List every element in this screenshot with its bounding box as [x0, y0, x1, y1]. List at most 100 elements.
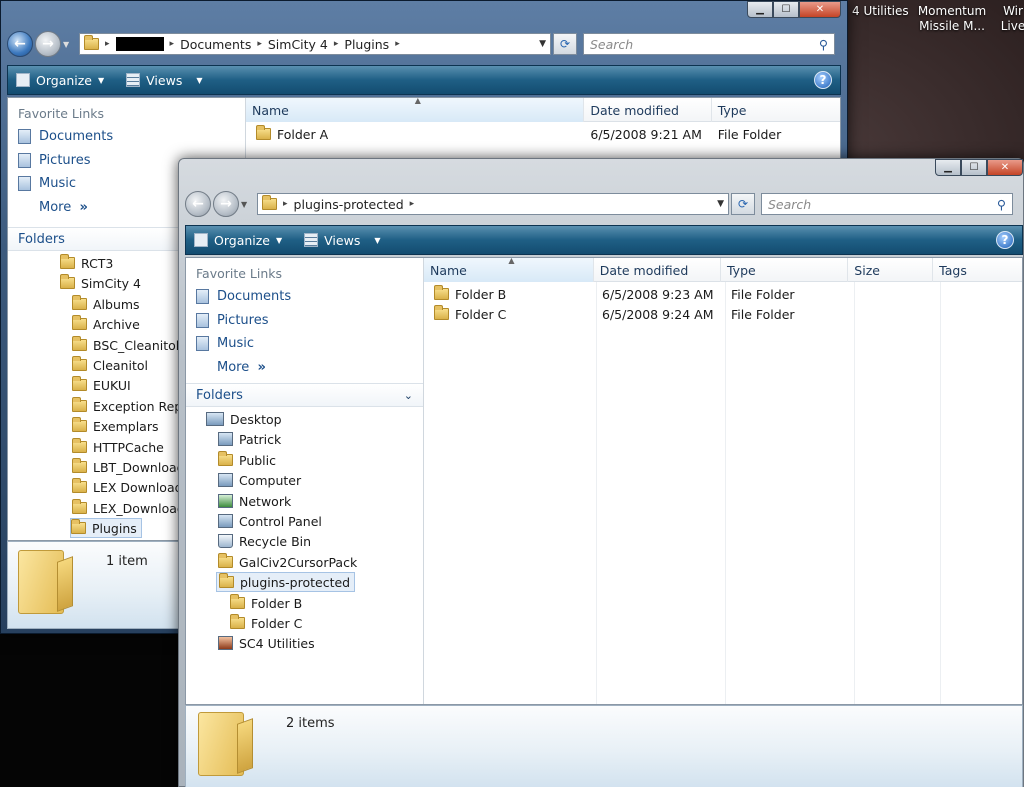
- desktop-icon-sc4-utilities-label[interactable]: 4 Utilities: [852, 4, 909, 19]
- breadcrumb-simcity4[interactable]: SimCity 4: [268, 37, 328, 52]
- favorite-links-title: Favorite Links: [18, 106, 105, 121]
- tree-item-lbt-download[interactable]: LBT_Download: [72, 457, 185, 477]
- back-button[interactable]: ←: [185, 191, 211, 217]
- minimize-button[interactable]: ▁: [747, 1, 773, 18]
- breadcrumb-plugins[interactable]: Plugins: [344, 37, 389, 52]
- help-icon[interactable]: ?: [996, 231, 1014, 249]
- caption-buttons: ▁ ☐ ✕: [935, 159, 1023, 176]
- more-links[interactable]: More »: [186, 356, 423, 380]
- favorite-music[interactable]: Music: [186, 332, 423, 356]
- column-date-modified[interactable]: Date modified: [584, 98, 712, 122]
- tree-item-galciv2cursorpack[interactable]: GalCiv2CursorPack: [218, 552, 357, 572]
- views-button[interactable]: Views ▼: [126, 73, 203, 88]
- favorite-pictures[interactable]: Pictures: [186, 309, 423, 333]
- file-row[interactable]: Folder B 6/5/2008 9:23 AM File Folder: [424, 284, 1022, 304]
- folder-icon: [72, 438, 87, 453]
- close-button[interactable]: ✕: [987, 159, 1023, 176]
- help-icon[interactable]: ?: [814, 71, 832, 89]
- back-button[interactable]: ←: [7, 31, 33, 57]
- navigation-pane: Favorite Links Documents Pictures Music …: [186, 258, 424, 704]
- tree-item-lex-download[interactable]: LEX_Download: [72, 498, 185, 518]
- favorite-documents[interactable]: Documents: [186, 285, 423, 309]
- address-bar[interactable]: ▸ plugins-protected ▸ ▼: [257, 193, 729, 215]
- tree-item-public[interactable]: Public: [218, 450, 276, 470]
- file-date: 6/5/2008 9:24 AM: [602, 306, 714, 322]
- music-icon: [18, 176, 31, 192]
- tree-item-desktop[interactable]: Desktop: [206, 409, 282, 429]
- address-bar[interactable]: ▸ ▸ Documents ▸ SimCity 4 ▸ Plugins ▸ ▼: [79, 33, 551, 55]
- explorer-window-plugins-protected[interactable]: ▁ ☐ ✕ ← → ▼ ▸ plugins-protected ▸ ▼ ⟳ Se…: [178, 158, 1024, 787]
- tree-item-control-panel[interactable]: Control Panel: [218, 511, 322, 531]
- refresh-button[interactable]: ⟳: [553, 33, 577, 55]
- file-row[interactable]: Folder A 6/5/2008 9:21 AM File Folder: [246, 124, 840, 144]
- breadcrumb-plugins-protected[interactable]: plugins-protected: [294, 197, 404, 212]
- tree-item-plugins[interactable]: Plugins: [70, 518, 142, 538]
- maximize-button[interactable]: ☐: [773, 1, 799, 18]
- pictures-icon: [18, 152, 31, 168]
- tree-item-cleanitol[interactable]: Cleanitol: [72, 355, 148, 375]
- tree-item-patrick[interactable]: Patrick: [218, 429, 281, 449]
- file-type: File Folder: [731, 286, 795, 302]
- forward-button[interactable]: →: [35, 31, 61, 57]
- column-size[interactable]: Size: [848, 258, 934, 282]
- search-input[interactable]: Search ⚲: [583, 33, 835, 55]
- tree-item-folder-c[interactable]: Folder C: [230, 613, 302, 633]
- tree-item-recycle-bin[interactable]: Recycle Bin: [218, 531, 311, 551]
- tree-item-rct3[interactable]: RCT3: [60, 253, 113, 273]
- search-input[interactable]: Search ⚲: [761, 193, 1013, 215]
- folder-icon: [262, 195, 277, 210]
- desktop-icon-momentum-label[interactable]: Momentum Missile M...: [916, 4, 988, 34]
- column-tags[interactable]: Tags: [933, 258, 1022, 282]
- tree-item-folder-b[interactable]: Folder B: [230, 593, 302, 613]
- folder-icon: [72, 458, 87, 473]
- chevron-down-icon[interactable]: ⌄: [404, 389, 413, 402]
- tree-item-eukui[interactable]: EUKUI: [72, 375, 131, 395]
- tree-item-computer[interactable]: Computer: [218, 470, 301, 490]
- organize-button[interactable]: Organize ▼: [16, 73, 104, 88]
- recent-pages-dropdown[interactable]: ▼: [241, 200, 253, 209]
- tree-item-exception-repo[interactable]: Exception Repo: [72, 396, 190, 416]
- column-type[interactable]: Type: [721, 258, 849, 282]
- user-folder-icon: [218, 432, 233, 446]
- address-row: ← → ▼ ▸ plugins-protected ▸ ▼ ⟳ Search ⚲: [185, 189, 1023, 219]
- forward-button[interactable]: →: [213, 191, 239, 217]
- tree-item-exemplars[interactable]: Exemplars: [72, 416, 159, 436]
- address-dropdown-icon[interactable]: ▼: [539, 39, 546, 49]
- tree-item-lex-downloads[interactable]: LEX Downloads: [72, 477, 189, 497]
- tree-item-sc4-utilities[interactable]: SC4 Utilities: [218, 633, 315, 653]
- column-name[interactable]: ▲ Name: [424, 258, 594, 282]
- folder-icon: [219, 573, 234, 588]
- folders-header[interactable]: Folders ⌄: [186, 383, 423, 407]
- views-button[interactable]: Views ▼: [304, 233, 381, 248]
- file-name: Folder B: [455, 286, 507, 302]
- folder-icon: [72, 417, 87, 432]
- search-icon[interactable]: ⚲: [997, 197, 1006, 212]
- tree-item-simcity4[interactable]: SimCity 4: [60, 273, 141, 293]
- search-icon[interactable]: ⚲: [819, 37, 828, 52]
- tree-item-albums[interactable]: Albums: [72, 294, 140, 314]
- column-type[interactable]: Type: [712, 98, 840, 122]
- item-count: 2 items: [286, 716, 335, 731]
- documents-icon: [196, 289, 209, 305]
- address-dropdown-icon[interactable]: ▼: [717, 199, 724, 209]
- favorite-documents[interactable]: Documents: [8, 125, 245, 149]
- tree-item-bsc-cleanitol[interactable]: BSC_Cleanitol: [72, 335, 179, 355]
- column-date-modified[interactable]: Date modified: [594, 258, 721, 282]
- tree-item-plugins-protected[interactable]: plugins-protected: [216, 572, 356, 592]
- desktop-icon-live-label[interactable]: Wir Live: [998, 4, 1024, 34]
- column-headers: ▲ Name Date modified Type: [246, 98, 840, 122]
- file-row[interactable]: Folder C 6/5/2008 9:24 AM File Folder: [424, 304, 1022, 324]
- organize-button[interactable]: Organize ▼: [194, 233, 282, 248]
- tree-item-archive[interactable]: Archive: [72, 314, 140, 334]
- minimize-button[interactable]: ▁: [935, 159, 961, 176]
- tree-item-httpcache[interactable]: HTTPCache: [72, 437, 164, 457]
- refresh-button[interactable]: ⟳: [731, 193, 755, 215]
- pictures-icon: [196, 312, 209, 328]
- breadcrumb-documents[interactable]: Documents: [180, 37, 251, 52]
- close-button[interactable]: ✕: [799, 1, 841, 18]
- recent-pages-dropdown[interactable]: ▼: [63, 40, 75, 49]
- maximize-button[interactable]: ☐: [961, 159, 987, 176]
- tree-item-network[interactable]: Network: [218, 491, 291, 511]
- file-name: Folder A: [277, 126, 329, 142]
- column-name[interactable]: ▲ Name: [246, 98, 585, 122]
